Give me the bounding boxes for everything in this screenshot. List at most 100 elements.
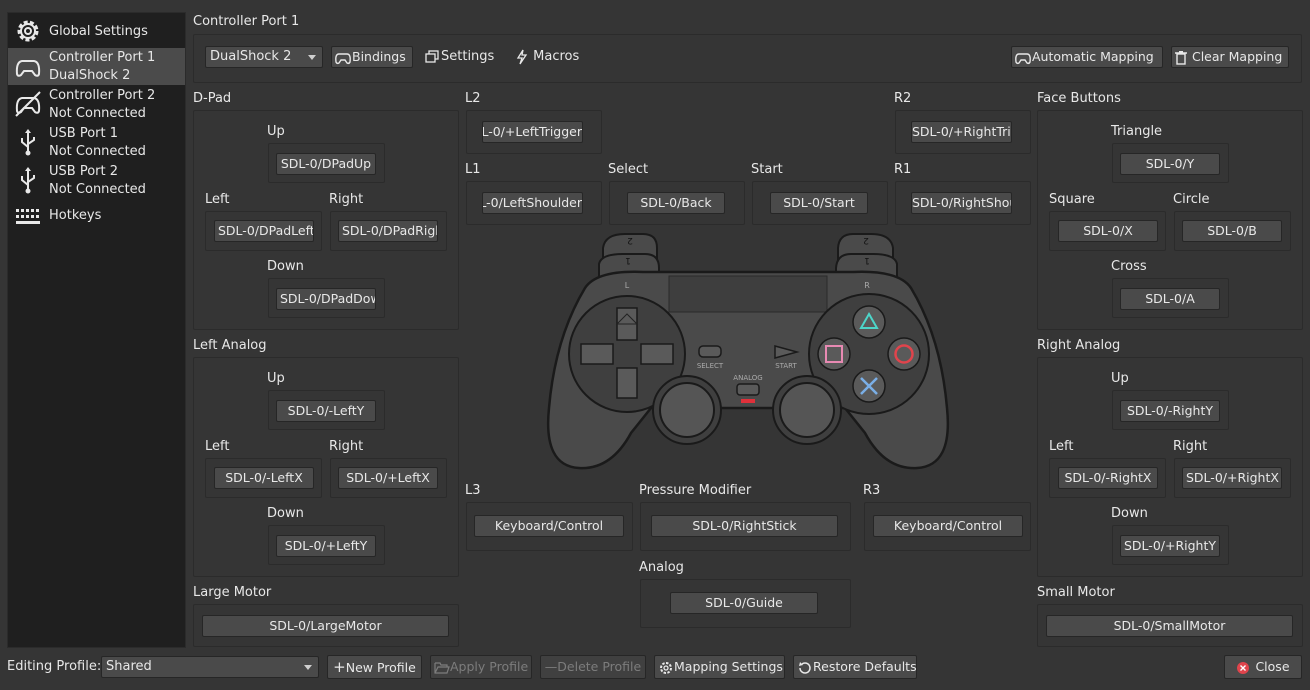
start-title: Start [751, 162, 783, 177]
restore-defaults-button[interactable]: Restore Defaults [793, 655, 917, 679]
new-profile-button[interactable]: +New Profile [327, 655, 422, 679]
left-analog-left-label: Left [205, 439, 230, 454]
dpad-right-binding[interactable]: SDL-0/DPadRight [338, 220, 438, 242]
svg-text:1: 1 [625, 255, 631, 265]
dpad-up-label: Up [267, 124, 285, 139]
sidebar-item-controller-port-2[interactable]: Controller Port 2 Not Connected [8, 86, 185, 123]
dpad-title: D-Pad [193, 91, 232, 106]
dpad-left-binding[interactable]: SDL-0/DPadLeft [214, 220, 314, 242]
start-binding[interactable]: SDL-0/Start [770, 192, 868, 214]
gamepad-off-icon [15, 91, 41, 117]
macros-button[interactable]: Macros [515, 46, 579, 68]
delete-profile-button[interactable]: —Delete Profile [540, 655, 646, 679]
l2-binding[interactable]: SDL-0/+LeftTrigger [482, 121, 583, 143]
select-binding[interactable]: SDL-0/Back [627, 192, 725, 214]
mapping-settings-button[interactable]: Mapping Settings [654, 655, 785, 679]
l2-title: L2 [465, 91, 481, 106]
editing-profile-label: Editing Profile: [7, 659, 102, 674]
mapping-settings-label: Mapping Settings [674, 659, 783, 674]
r1-binding[interactable]: SDL-0/RightShoulder [911, 192, 1012, 214]
automatic-mapping-button[interactable]: Automatic Mapping [1011, 46, 1163, 68]
l1-binding[interactable]: SDL-0/LeftShoulder [482, 192, 583, 214]
dpad-left-label: Left [205, 192, 230, 207]
right-analog-down-label: Down [1111, 506, 1148, 521]
r2-title: R2 [894, 91, 912, 106]
sidebar-item-usb-port-2[interactable]: USB Port 2 Not Connected [8, 162, 185, 199]
settings-button[interactable]: Settings [425, 46, 494, 68]
r3-title: R3 [863, 483, 881, 498]
profile-value: Shared [106, 659, 152, 674]
left-analog-up-label: Up [267, 371, 285, 386]
dpad-down-binding[interactable]: SDL-0/DPadDown [276, 288, 376, 310]
sidebar-item-sublabel: Not Connected [49, 106, 146, 121]
analog-binding[interactable]: SDL-0/Guide [670, 592, 818, 614]
pressure-modifier-title: Pressure Modifier [639, 483, 752, 498]
small-motor-binding[interactable]: SDL-0/SmallMotor [1046, 615, 1293, 637]
macros-label: Macros [533, 49, 580, 64]
triangle-binding[interactable]: SDL-0/Y [1120, 153, 1220, 175]
usb-icon [21, 167, 35, 194]
sidebar-item-label: Controller Port 1 [49, 50, 156, 65]
select-label: SELECT [697, 362, 724, 370]
plus-icon: + [333, 658, 346, 676]
bindings-button[interactable]: Bindings [331, 46, 413, 68]
restore-icon [799, 661, 811, 674]
dpad-up-binding[interactable]: SDL-0/DPadUp [276, 153, 376, 175]
sidebar-item-hotkeys[interactable]: Hotkeys [8, 202, 185, 230]
circle-label: Circle [1173, 192, 1210, 207]
r1-title: R1 [894, 162, 912, 177]
r2-binding-label: SDL-0/+RightTrigger [912, 124, 1011, 139]
r2-binding[interactable]: SDL-0/+RightTrigger [911, 121, 1012, 143]
chevron-down-icon [304, 665, 312, 670]
l1-title: L1 [465, 162, 481, 177]
sidebar-item-label: USB Port 2 [49, 164, 118, 179]
profile-select[interactable]: Shared [101, 656, 319, 678]
l3-title: L3 [465, 483, 481, 498]
trash-icon [1175, 50, 1187, 65]
cross-binding[interactable]: SDL-0/A [1120, 288, 1220, 310]
close-button[interactable]: Close [1224, 655, 1302, 679]
right-analog-down-binding[interactable]: SDL-0/+RightY [1120, 535, 1220, 557]
cross-label: Cross [1111, 259, 1147, 274]
sidebar-item-controller-port-1[interactable]: Controller Port 1 DualShock 2 [8, 48, 185, 85]
square-label: Square [1049, 192, 1095, 207]
l1-binding-label: SDL-0/LeftShoulder [483, 195, 582, 210]
right-analog-left-binding[interactable]: SDL-0/-RightX [1058, 467, 1158, 489]
r3-binding[interactable]: Keyboard/Control [873, 515, 1023, 537]
right-analog-title: Right Analog [1037, 338, 1121, 353]
right-analog-right-label: Right [1173, 439, 1208, 454]
left-analog-right-binding[interactable]: SDL-0/+LeftX [338, 467, 438, 489]
left-analog-down-binding[interactable]: SDL-0/+LeftY [276, 535, 376, 557]
apply-profile-button[interactable]: Apply Profile [430, 655, 532, 679]
gamepad-icon [15, 60, 41, 77]
left-analog-right-label: Right [329, 439, 364, 454]
chevron-down-icon [308, 55, 316, 60]
pressure-modifier-binding[interactable]: SDL-0/RightStick [651, 515, 838, 537]
right-analog-right-binding[interactable]: SDL-0/+RightX [1182, 467, 1282, 489]
l3-binding[interactable]: Keyboard/Control [474, 515, 624, 537]
sidebar-item-label: Hotkeys [49, 208, 102, 223]
square-binding[interactable]: SDL-0/X [1058, 220, 1158, 242]
clear-mapping-button[interactable]: Clear Mapping [1171, 46, 1289, 68]
left-analog-left-binding[interactable]: SDL-0/-LeftX [214, 467, 314, 489]
left-analog-up-binding[interactable]: SDL-0/-LeftY [276, 400, 376, 422]
select-title: Select [608, 162, 649, 177]
r-label: R [864, 281, 870, 290]
minus-icon: — [544, 659, 558, 674]
controller-type-value: DualShock 2 [210, 49, 292, 64]
circle-binding[interactable]: SDL-0/B [1182, 220, 1282, 242]
large-motor-title: Large Motor [193, 585, 272, 600]
windows-icon [425, 49, 439, 63]
start-label: START [775, 362, 797, 370]
sidebar: Global Settings Controller Port 1 DualSh… [7, 12, 186, 648]
delete-profile-label: Delete Profile [557, 659, 642, 674]
folder-open-icon [434, 662, 450, 674]
right-analog-up-binding[interactable]: SDL-0/-RightY [1120, 400, 1220, 422]
sidebar-item-label: Global Settings [49, 24, 148, 39]
svg-text:2: 2 [863, 235, 869, 245]
keyboard-icon [16, 209, 40, 224]
sidebar-item-global-settings[interactable]: Global Settings [8, 15, 185, 47]
sidebar-item-usb-port-1[interactable]: USB Port 1 Not Connected [8, 124, 185, 161]
large-motor-binding[interactable]: SDL-0/LargeMotor [202, 615, 449, 637]
controller-type-select[interactable]: DualShock 2 [205, 46, 323, 68]
